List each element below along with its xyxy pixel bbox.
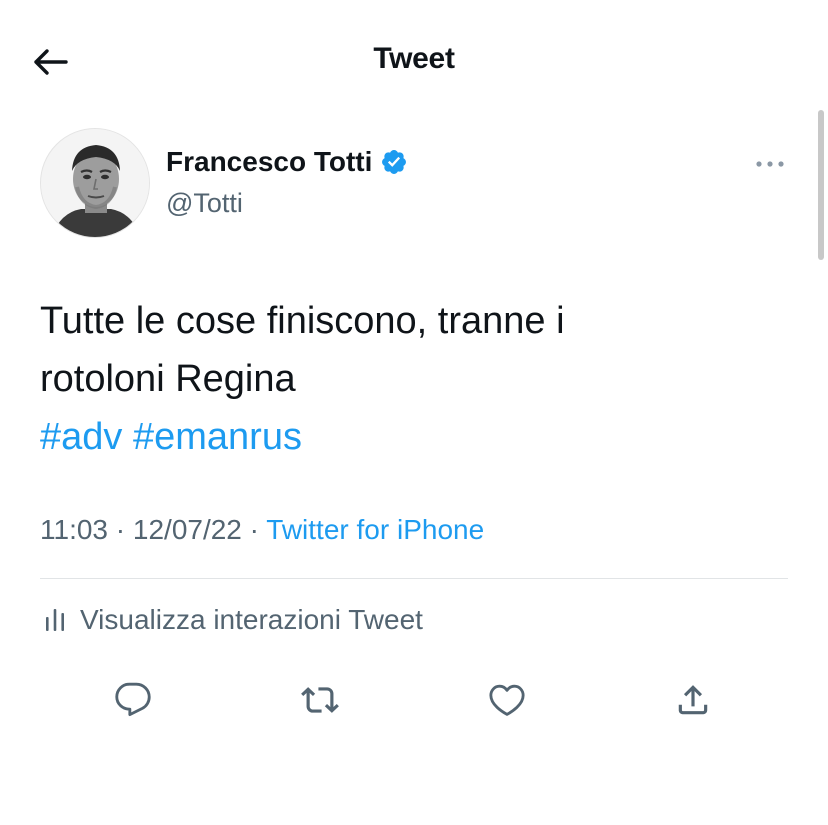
tweet-source-link[interactable]: Twitter for iPhone [266,514,484,545]
author-name-row[interactable]: Francesco Totti [166,146,408,178]
avatar[interactable] [40,128,150,238]
like-icon [489,684,525,716]
tweet-meta: 11:03 · 12/07/22 · Twitter for iPhone [40,514,484,546]
tweet-text-line: Tutte le cose finiscono, tranne i [40,300,565,342]
meta-separator: · [108,514,133,545]
share-button[interactable] [671,678,715,722]
retweet-icon [301,687,339,713]
reply-button[interactable] [111,678,155,722]
author-handle[interactable]: @Totti [166,188,243,219]
more-horizontal-icon [756,161,784,167]
verified-badge-icon [382,150,407,174]
like-button[interactable] [485,678,529,722]
retweet-button[interactable] [298,678,342,722]
tweet-detail-page: Tweet Francesco Totti @Totti Tutte le co… [0,0,828,825]
tweet-date: 12/07/22 [132,514,242,545]
profile-photo [41,129,149,237]
reply-icon [115,682,151,717]
scrollbar[interactable] [818,110,824,260]
view-tweet-analytics-button[interactable]: Visualizza interazioni Tweet [44,604,423,636]
meta-separator: · [241,514,267,545]
hashtag-link[interactable]: #emanrus [133,416,302,458]
more-options-button[interactable] [752,152,788,176]
tweet-time: 11:03 [40,514,108,545]
tweet-action-bar [0,678,828,722]
hashtag-link[interactable]: #adv [40,416,122,458]
tweet-text: Tutte le cose finiscono, tranne i rotolo… [40,292,780,466]
share-icon [678,685,708,715]
analytics-icon [46,609,64,631]
divider [40,578,788,579]
hashtags-row: #adv #emanrus [40,408,780,466]
tweet-text-line: rotoloni Regina [40,358,296,400]
page-title: Tweet [373,42,455,75]
analytics-label: Visualizza interazioni Tweet [80,604,423,635]
author-name: Francesco Totti [166,146,373,177]
